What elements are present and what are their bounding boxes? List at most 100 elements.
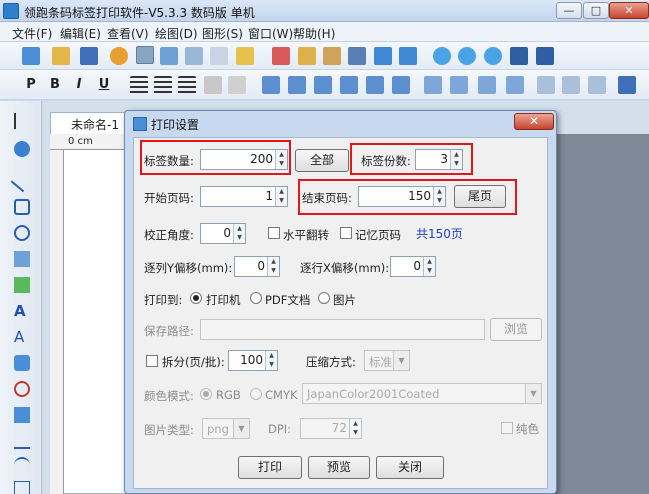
align-objects-center-icon[interactable] — [288, 76, 306, 94]
browse-button[interactable]: 浏览 — [490, 318, 542, 341]
color-mode-rgb-radio[interactable] — [200, 388, 212, 400]
correct-angle-input[interactable]: 0 ▲ ▼ — [200, 223, 246, 244]
color-profile-select[interactable]: JapanColor2001Coated ▼ — [302, 383, 542, 404]
text-case-icon[interactable] — [228, 76, 246, 94]
last-page-button[interactable]: 尾页 — [454, 185, 506, 208]
print-to-printer-radio[interactable] — [190, 292, 202, 304]
distribute-h-icon[interactable] — [424, 76, 442, 94]
align-objects-top-icon[interactable] — [340, 76, 358, 94]
save-icon[interactable] — [80, 47, 98, 65]
p-tool[interactable]: P — [22, 76, 40, 94]
image-type-select[interactable]: png ▼ — [202, 418, 250, 439]
zoom-fit-icon[interactable] — [484, 47, 502, 65]
arc-tool-icon[interactable] — [14, 457, 30, 473]
close-button[interactable]: 关闭 — [376, 456, 444, 479]
split-spinner[interactable]: ▲ ▼ — [265, 351, 277, 370]
grid-icon[interactable] — [210, 47, 228, 65]
undo-icon[interactable] — [374, 47, 392, 65]
print-to-image-radio[interactable] — [318, 292, 330, 304]
print-preview-icon[interactable] — [160, 47, 178, 65]
label-count-input[interactable]: 200 ▲ ▼ — [200, 149, 288, 170]
dpi-spinner[interactable]: ▲ ▼ — [349, 419, 361, 438]
ellipse-tool-icon[interactable] — [14, 225, 30, 241]
same-height-icon[interactable] — [506, 76, 524, 94]
print-icon[interactable] — [136, 46, 154, 64]
align-left-icon[interactable] — [130, 76, 148, 94]
menu-draw[interactable]: 绘图(D) — [155, 25, 198, 42]
text-tool-icon[interactable]: A — [14, 303, 30, 319]
bold-icon[interactable]: B — [46, 76, 64, 94]
page-setup-icon[interactable] — [185, 47, 203, 65]
menu-shape[interactable]: 图形(S) — [202, 25, 243, 42]
new-icon[interactable] — [22, 47, 40, 65]
dpi-input[interactable]: 72 ▲ ▼ — [300, 418, 362, 439]
menu-help[interactable]: 帮助(H) — [293, 25, 335, 42]
menu-view[interactable]: 查看(V) — [107, 25, 149, 42]
rotate-180-icon[interactable] — [562, 76, 580, 94]
art-text-tool-icon[interactable]: A — [14, 329, 30, 345]
open-icon[interactable] — [52, 47, 70, 65]
more-tool-icon[interactable] — [14, 481, 30, 494]
text-style-icon[interactable] — [204, 76, 222, 94]
delete-icon[interactable] — [348, 47, 366, 65]
dialog-close-button[interactable]: ✕ — [514, 113, 554, 130]
copies-input[interactable]: 3 ▲ ▼ — [415, 149, 463, 170]
end-page-spinner[interactable]: ▲ ▼ — [433, 187, 445, 206]
label-count-spinner[interactable]: ▲ ▼ — [275, 150, 287, 169]
menu-window[interactable]: 窗口(W) — [248, 25, 293, 42]
split-input[interactable]: 100 ▲ ▼ — [228, 350, 278, 371]
save-path-input[interactable] — [200, 319, 485, 340]
qrcode-tool-icon[interactable] — [14, 355, 30, 371]
preview-button[interactable]: 预览 — [308, 456, 370, 479]
redo-icon[interactable] — [399, 47, 417, 65]
all-button[interactable]: 全部 — [295, 149, 349, 172]
image-tool-icon[interactable] — [14, 277, 30, 293]
lock-icon[interactable] — [618, 76, 636, 94]
same-width-icon[interactable] — [478, 76, 496, 94]
triangle-tool-icon[interactable] — [14, 381, 30, 397]
start-page-input[interactable]: 1 ▲ ▼ — [200, 186, 288, 207]
correct-angle-spinner[interactable]: ▲ ▼ — [233, 224, 245, 243]
select-tool-icon[interactable] — [14, 113, 30, 129]
minimize-button[interactable]: — — [556, 2, 582, 19]
menu-file[interactable]: 文件(F) — [12, 25, 52, 42]
pure-color-checkbox[interactable] — [501, 422, 513, 434]
line-tool-icon[interactable] — [10, 169, 34, 193]
pan-tool-icon[interactable] — [14, 141, 30, 157]
split-checkbox[interactable] — [146, 355, 158, 367]
database-icon[interactable] — [236, 47, 254, 65]
flip-h-checkbox[interactable] — [268, 227, 280, 239]
start-page-spinner[interactable]: ▲ ▼ — [275, 187, 287, 206]
rectangle-tool-icon[interactable] — [14, 199, 30, 215]
curve-tool-icon[interactable] — [14, 433, 30, 449]
remember-page-checkbox[interactable] — [340, 227, 352, 239]
align-objects-middle-icon[interactable] — [366, 76, 384, 94]
color-mode-cmyk-radio[interactable] — [250, 388, 262, 400]
paste-icon[interactable] — [323, 47, 341, 65]
align-right-icon[interactable] — [178, 76, 196, 94]
document-tab[interactable]: 未命名-1 — [50, 112, 125, 134]
row-x-offset-input[interactable]: 0 ▲ ▼ — [390, 256, 436, 277]
cut-icon[interactable] — [272, 47, 290, 65]
settings-icon[interactable] — [110, 47, 128, 65]
col-y-offset-input[interactable]: 0 ▲ ▼ — [234, 256, 280, 277]
row-x-offset-spinner[interactable]: ▲ ▼ — [423, 257, 435, 276]
align-objects-left-icon[interactable] — [262, 76, 280, 94]
select-all-icon[interactable] — [536, 47, 554, 65]
maximize-button[interactable]: □ — [583, 2, 609, 19]
italic-icon[interactable]: I — [70, 76, 88, 94]
align-objects-bottom-icon[interactable] — [392, 76, 410, 94]
print-to-pdf-radio[interactable] — [250, 292, 262, 304]
menu-edit[interactable]: 编辑(E) — [60, 25, 101, 42]
zoom-out-icon[interactable] — [458, 47, 476, 65]
distribute-v-icon[interactable] — [450, 76, 468, 94]
zoom-in-icon[interactable] — [433, 47, 451, 65]
print-button[interactable]: 打印 — [238, 456, 302, 479]
zoom-page-icon[interactable] — [510, 47, 528, 65]
end-page-input[interactable]: 150 ▲ ▼ — [358, 186, 446, 207]
align-objects-right-icon[interactable] — [314, 76, 332, 94]
align-center-icon[interactable] — [154, 76, 172, 94]
compress-select[interactable]: 标准 ▼ — [364, 350, 410, 371]
barcode-tool-icon[interactable] — [14, 251, 30, 267]
copy-icon[interactable] — [298, 47, 316, 65]
